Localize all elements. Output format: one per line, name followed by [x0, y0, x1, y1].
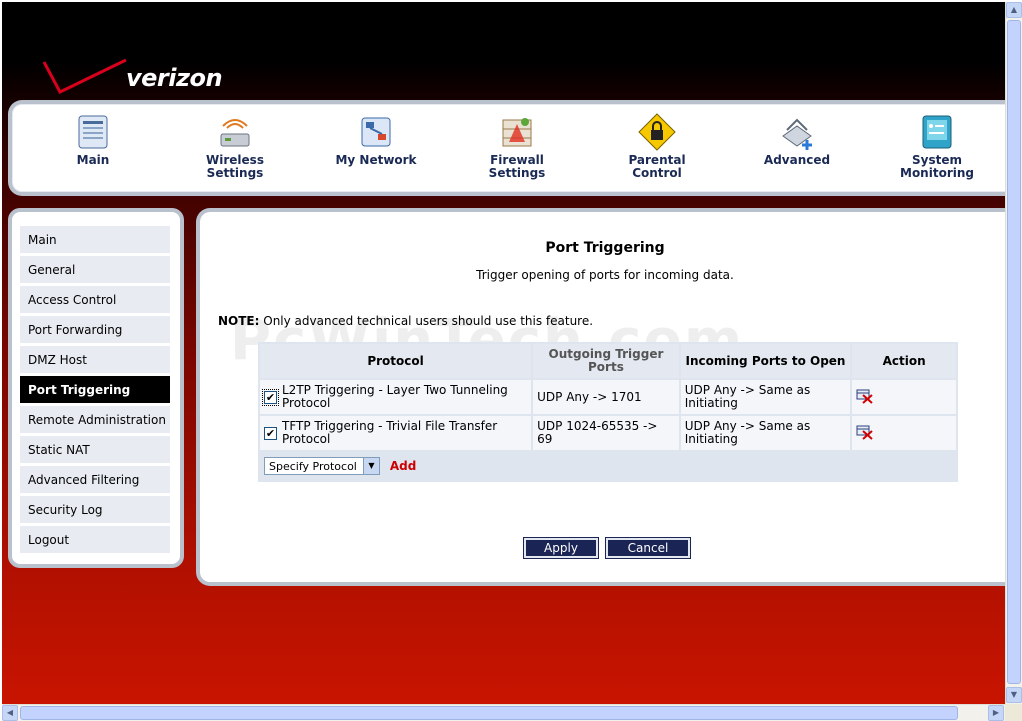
row-enable-checkbox[interactable]: ✔: [262, 388, 279, 406]
action-cell: [852, 416, 956, 450]
sidebar-item-main[interactable]: Main: [20, 226, 170, 254]
nav-firewall-settings[interactable]: Firewall Settings: [462, 112, 572, 180]
sidebar-item-port-forwarding[interactable]: Port Forwarding: [20, 316, 170, 344]
protocol-name: L2TP Triggering - Layer Two Tunneling Pr…: [282, 383, 508, 410]
nav-label: Wireless Settings: [206, 153, 264, 180]
scroll-up-icon[interactable]: ▲: [1006, 2, 1022, 18]
col-header-action: Action: [852, 344, 956, 378]
port-triggering-table: Protocol Outgoing Trigger Ports Incoming…: [258, 342, 958, 482]
page-title: Port Triggering: [545, 240, 665, 256]
scrollbar-corner: [1005, 704, 1022, 721]
sidebar-item-port-triggering[interactable]: Port Triggering: [20, 376, 170, 404]
action-cell: [852, 380, 956, 414]
sidebar-item-security-log[interactable]: Security Log: [20, 496, 170, 524]
protocol-cell: ✔ L2TP Triggering - Layer Two Tunneling …: [260, 380, 532, 414]
chevron-down-icon: ▼: [363, 458, 379, 474]
nav-label: Firewall Settings: [488, 153, 546, 180]
nav-label: System Monitoring: [900, 153, 974, 180]
advanced-icon: [782, 118, 812, 150]
sidebar-item-general[interactable]: General: [20, 256, 170, 284]
content-panel: PcWinTech.com Port Triggering Trigger op…: [196, 208, 1005, 586]
nav-label: Advanced: [763, 153, 831, 167]
protocol-cell: ✔ TFTP Triggering - Trivial File Transfe…: [260, 416, 532, 450]
table-row: ✔ L2TP Triggering - Layer Two Tunneling …: [260, 380, 956, 414]
outgoing-cell: UDP 1024-65535 -> 69: [533, 416, 679, 450]
col-header-outgoing: Outgoing Trigger Ports: [533, 344, 679, 378]
add-link[interactable]: Add: [390, 459, 416, 473]
note-label: NOTE:: [218, 314, 260, 328]
nav-advanced[interactable]: Advanced: [742, 112, 852, 167]
nav-label: Parental Control: [628, 153, 686, 180]
scroll-down-icon[interactable]: ▼: [1006, 687, 1022, 703]
delete-icon[interactable]: [856, 388, 874, 404]
main-icon: [78, 115, 108, 149]
vertical-scrollbar[interactable]: ▲ ▼: [1005, 2, 1022, 704]
top-navigation: Main Wireless Settings My Network Firewa…: [8, 100, 1005, 196]
nav-parental-control[interactable]: Parental Control: [602, 112, 712, 180]
sidebar-item-remote-administration[interactable]: Remote Administration: [20, 406, 170, 434]
row-enable-checkbox[interactable]: ✔: [264, 426, 277, 440]
add-row: Specify Protocol ▼ Add: [260, 452, 956, 480]
verizon-logo: verizon: [40, 56, 240, 100]
incoming-cell: UDP Any -> Same as Initiating: [680, 416, 851, 450]
apply-button[interactable]: Apply: [523, 537, 599, 559]
sidebar-item-logout[interactable]: Logout: [20, 526, 170, 554]
note-text: Only advanced technical users should use…: [259, 314, 594, 328]
scroll-right-icon[interactable]: ▶: [988, 705, 1004, 721]
protocol-name: TFTP Triggering - Trivial File Transfer …: [282, 419, 498, 446]
horizontal-scroll-thumb[interactable]: [20, 706, 958, 720]
note: NOTE: Only advanced technical users shou…: [218, 314, 593, 328]
browser-viewport: verizon Main Wireless Settings My Networ…: [2, 2, 1005, 704]
scroll-left-icon[interactable]: ◀: [2, 705, 18, 721]
nav-my-network[interactable]: My Network: [321, 112, 431, 167]
add-cell: Specify Protocol ▼ Add: [260, 452, 956, 480]
table-header-row: Protocol Outgoing Trigger Ports Incoming…: [260, 344, 956, 378]
nav-main[interactable]: Main: [38, 112, 148, 167]
parental-control-icon: [638, 113, 676, 151]
sidebar-item-dmz-host[interactable]: DMZ Host: [20, 346, 170, 374]
nav-label: Main: [76, 153, 110, 167]
brand-name: verizon: [126, 64, 223, 92]
sidebar-item-access-control[interactable]: Access Control: [20, 286, 170, 314]
outgoing-cell: UDP Any -> 1701: [533, 380, 679, 414]
my-network-icon: [361, 117, 391, 147]
cancel-button[interactable]: Cancel: [605, 537, 691, 559]
protocol-select[interactable]: Specify Protocol ▼: [264, 457, 380, 475]
nav-wireless-settings[interactable]: Wireless Settings: [180, 112, 290, 180]
system-monitoring-icon: [922, 115, 952, 149]
sidebar: Main General Access Control Port Forward…: [8, 208, 184, 568]
col-header-protocol: Protocol: [260, 344, 532, 378]
firewall-settings-icon: [502, 118, 532, 147]
sidebar-item-advanced-filtering[interactable]: Advanced Filtering: [20, 466, 170, 494]
vertical-scroll-thumb[interactable]: [1007, 20, 1021, 684]
page-subtitle: Trigger opening of ports for incoming da…: [476, 268, 734, 282]
wireless-settings-icon: [220, 119, 250, 147]
delete-icon[interactable]: [856, 424, 874, 440]
nav-label: My Network: [335, 153, 417, 167]
sidebar-item-static-nat[interactable]: Static NAT: [20, 436, 170, 464]
nav-system-monitoring[interactable]: System Monitoring: [882, 112, 992, 180]
col-header-incoming: Incoming Ports to Open: [680, 344, 851, 378]
protocol-select-value: Specify Protocol: [269, 460, 357, 473]
incoming-cell: UDP Any -> Same as Initiating: [680, 380, 851, 414]
table-row: ✔ TFTP Triggering - Trivial File Transfe…: [260, 416, 956, 450]
horizontal-scrollbar[interactable]: ◀ ▶: [2, 704, 1005, 721]
